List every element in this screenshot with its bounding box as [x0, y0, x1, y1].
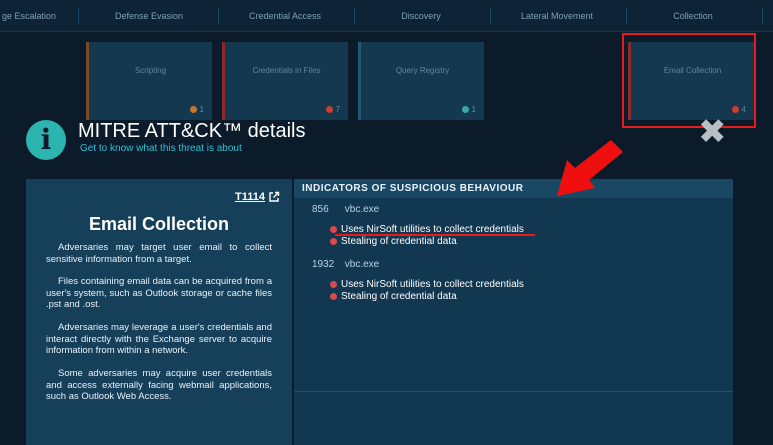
tactic-separator	[762, 8, 763, 24]
technique-card-credentials-in-files[interactable]: Credentials in Files 7	[222, 42, 348, 120]
panel-divider	[294, 391, 733, 392]
card-label: Credentials in Files	[252, 66, 321, 75]
indicator-text: Uses NirSoft utilities to collect creden…	[341, 279, 524, 290]
description-paragraph: Adversaries may target user email to col…	[46, 242, 272, 265]
card-count-value: 7	[335, 105, 340, 114]
technique-name: Email Collection	[88, 214, 230, 234]
tactic-separator	[218, 8, 219, 24]
tactic-separator	[490, 8, 491, 24]
process-row[interactable]: 856 vbc.exe	[312, 204, 379, 215]
tactic-separator	[78, 8, 79, 24]
technique-id[interactable]: T1114	[235, 191, 265, 203]
technique-description-panel: T1114 Email Collection Adversaries may t…	[26, 179, 292, 445]
indicator-item[interactable]: Stealing of credential data	[330, 291, 457, 302]
technique-card-scripting[interactable]: Scripting 1	[86, 42, 212, 120]
description-paragraph: Some adversaries may acquire user creden…	[46, 368, 272, 402]
indicator-item[interactable]: Uses NirSoft utilities to collect creden…	[330, 279, 524, 290]
severity-dot-icon	[189, 106, 197, 113]
card-count-value: 1	[471, 105, 476, 114]
tactic-separator	[626, 8, 627, 24]
tactic-privilege-escalation[interactable]: ge Escalation	[0, 0, 64, 32]
process-name: vbc.exe	[344, 259, 380, 270]
indicator-text: Stealing of credential data	[341, 236, 457, 247]
external-link-icon	[269, 191, 280, 202]
process-row[interactable]: 1932 vbc.exe	[312, 259, 379, 270]
description-paragraph: Adversaries may leverage a user's creden…	[46, 322, 272, 356]
process-name: vbc.exe	[344, 204, 380, 215]
card-label: Query Registry	[395, 66, 450, 75]
tactic-separator	[354, 8, 355, 24]
details-subtitle: Get to know what this threat is about	[80, 143, 242, 154]
technique-id-link[interactable]: T1114	[235, 191, 280, 203]
severity-dot-icon	[461, 106, 469, 113]
tactic-collection[interactable]: Collection	[630, 0, 756, 32]
card-count-value: 1	[199, 105, 204, 114]
tactic-bar: ge Escalation Defense Evasion Credential…	[0, 0, 773, 32]
indicator-dot-icon	[330, 281, 337, 288]
indicator-dot-icon	[330, 293, 337, 300]
tactic-defense-evasion[interactable]: Defense Evasion	[86, 0, 212, 32]
indicator-dot-icon	[330, 226, 337, 233]
tactic-lateral-movement[interactable]: Lateral Movement	[494, 0, 620, 32]
close-icon[interactable]: ✖	[698, 112, 727, 152]
tactic-credential-access[interactable]: Credential Access	[222, 0, 348, 32]
annotation-underline	[335, 234, 535, 236]
details-title: MITRE ATT&CK™ details	[78, 120, 306, 142]
process-pid: 1932	[312, 259, 335, 270]
description-paragraph: Files containing email data can be acqui…	[46, 276, 272, 310]
card-count: 1	[189, 105, 204, 114]
process-pid: 856	[312, 204, 329, 215]
card-label: Scripting	[134, 66, 167, 75]
annotation-highlight-box	[622, 33, 756, 128]
card-count: 1	[461, 105, 476, 114]
indicator-dot-icon	[330, 238, 337, 245]
tactic-discovery[interactable]: Discovery	[358, 0, 484, 32]
info-icon: i	[26, 120, 66, 160]
card-count: 7	[325, 105, 340, 114]
indicators-panel: INDICATORS OF SUSPICIOUS BEHAVIOUR 856 v…	[294, 179, 733, 445]
severity-dot-icon	[325, 106, 333, 113]
technique-card-query-registry[interactable]: Query Registry 1	[358, 42, 484, 120]
indicators-heading: INDICATORS OF SUSPICIOUS BEHAVIOUR	[294, 179, 733, 198]
indicator-text: Stealing of credential data	[341, 291, 457, 302]
annotation-arrow-icon	[557, 140, 623, 196]
indicator-item[interactable]: Stealing of credential data	[330, 236, 457, 247]
